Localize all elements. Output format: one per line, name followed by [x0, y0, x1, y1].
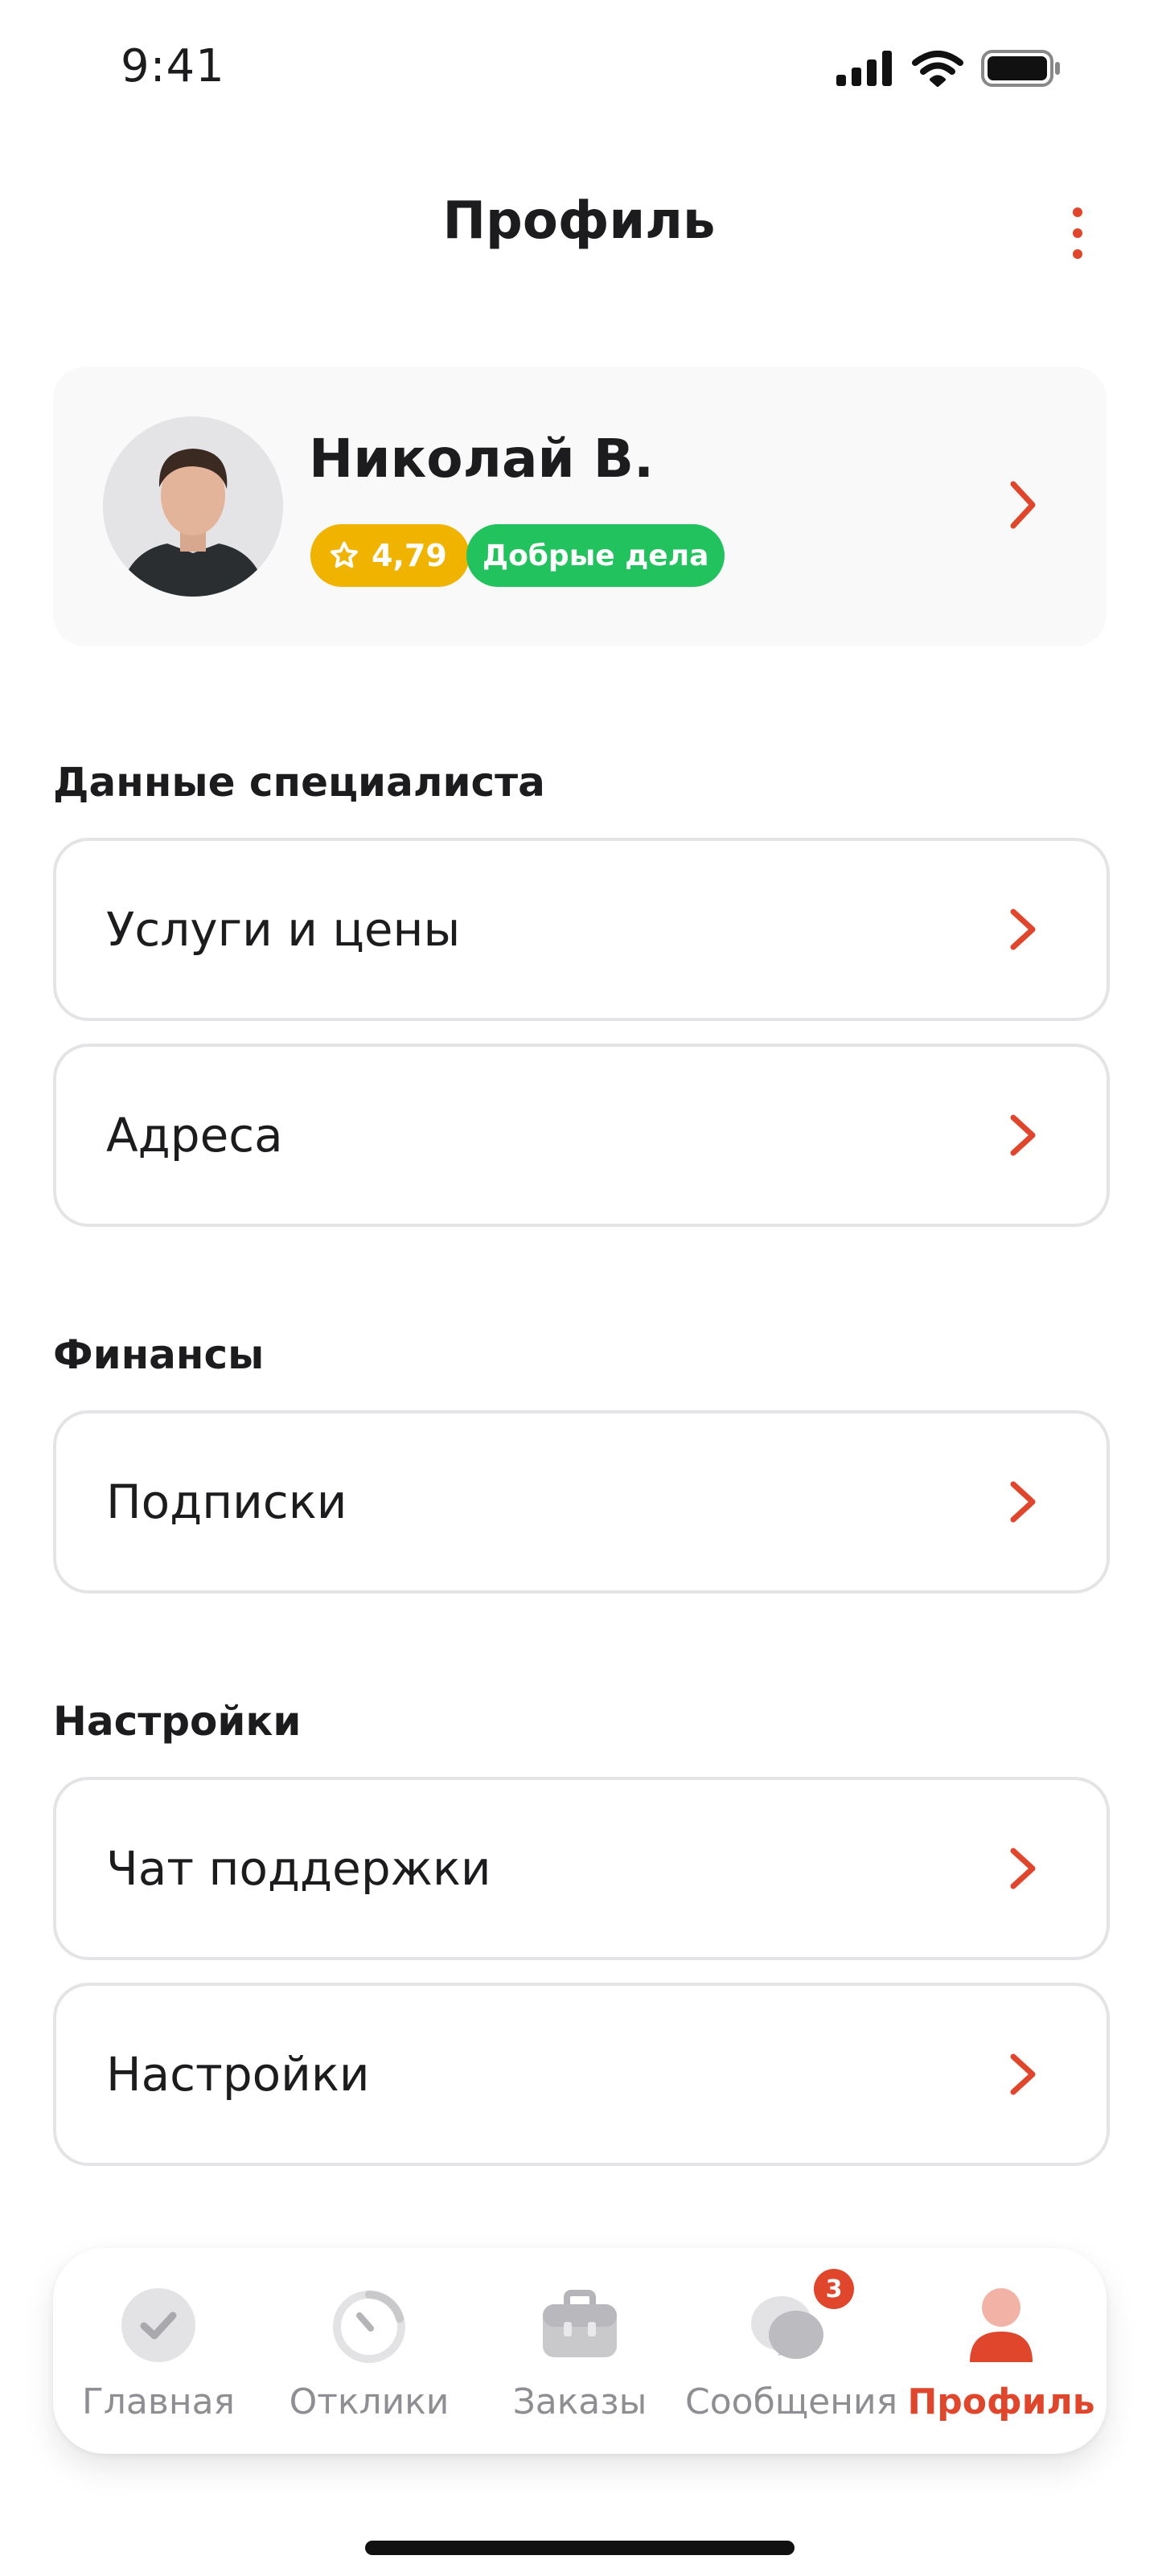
timer-icon: [333, 2291, 405, 2363]
chevron-right-icon: [1010, 2053, 1036, 2095]
home-indicator: [365, 2541, 795, 2555]
section-title-settings: Настройки: [53, 1698, 302, 1745]
tab-label: Отклики: [289, 2381, 450, 2422]
menu-item-settings[interactable]: Настройки: [53, 1983, 1110, 2166]
more-vertical-icon: [1073, 207, 1082, 217]
battery-icon: [981, 50, 1060, 87]
profile-name: Николай В.: [309, 428, 655, 490]
more-options-button[interactable]: [1053, 201, 1102, 265]
more-dot: [1073, 228, 1082, 238]
tab-icon-wrap: [685, 2285, 896, 2365]
bottom-tab-bar: Главная Отклики Заказы 3 Сообщения Профи…: [53, 2248, 1107, 2454]
rating-badge: 4,79: [310, 524, 470, 587]
menu-item-label: Настройки: [106, 2047, 370, 2102]
more-dot: [1073, 249, 1082, 259]
avatar: [103, 416, 283, 597]
tab-messages[interactable]: 3 Сообщения: [685, 2248, 898, 2454]
tab-label: Заказы: [512, 2381, 647, 2422]
tab-icon-wrap: [53, 2285, 264, 2365]
menu-item-label: Чат поддержки: [106, 1841, 491, 1896]
menu-item-services-prices[interactable]: Услуги и цены: [53, 838, 1110, 1021]
menu-item-support-chat[interactable]: Чат поддержки: [53, 1777, 1110, 1960]
tab-home[interactable]: Главная: [53, 2248, 264, 2454]
user-icon: [970, 2288, 1033, 2362]
wifi-icon: [912, 51, 963, 87]
section-title-finance: Финансы: [53, 1331, 265, 1378]
chevron-right-icon: [1010, 909, 1036, 950]
chevron-right-icon: [1010, 1848, 1036, 1889]
menu-item-subscriptions[interactable]: Подписки: [53, 1410, 1110, 1594]
tab-icon-wrap: [896, 2285, 1107, 2365]
star-icon: [331, 541, 358, 568]
menu-item-label: Услуги и цены: [106, 902, 461, 957]
rating-value: 4,79: [372, 538, 447, 573]
tab-label: Главная: [81, 2381, 236, 2422]
chevron-right-icon: [1010, 1481, 1036, 1523]
status-icons: [836, 50, 1062, 87]
page-title: Профиль: [442, 191, 716, 251]
tab-label: Профиль: [907, 2381, 1095, 2422]
tab-label: Сообщения: [685, 2381, 898, 2422]
tab-responses[interactable]: Отклики: [264, 2248, 474, 2454]
chevron-right-icon: [1010, 481, 1036, 529]
menu-item-addresses[interactable]: Адреса: [53, 1044, 1110, 1227]
unread-count-badge: 3: [814, 2269, 854, 2309]
check-circle-icon: [121, 2288, 195, 2362]
tab-orders[interactable]: Заказы: [474, 2248, 685, 2454]
good-deeds-badge: Добрые дела: [466, 524, 725, 587]
tab-profile[interactable]: Профиль: [896, 2248, 1107, 2454]
cellular-signal-icon: [836, 51, 892, 86]
chevron-right-icon: [1010, 1114, 1036, 1156]
menu-item-label: Адреса: [106, 1108, 283, 1163]
profile-card[interactable]: Николай В. 4,79 Добрые дела: [53, 367, 1107, 646]
tab-icon-wrap: [474, 2285, 685, 2365]
section-title-specialist: Данные специалиста: [53, 759, 545, 806]
briefcase-icon: [543, 2290, 617, 2357]
tab-icon-wrap: [264, 2285, 474, 2365]
status-time: 9:41: [121, 40, 225, 92]
menu-item-label: Подписки: [106, 1475, 347, 1529]
